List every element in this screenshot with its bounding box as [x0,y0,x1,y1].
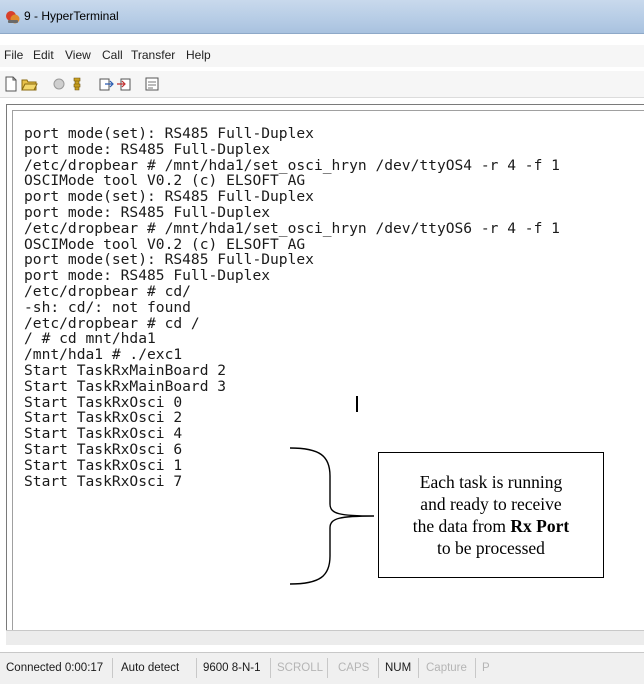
terminal-line: Start TaskRxMainBoard 2 [24,361,227,379]
annotation-callout: Each task is running and ready to receiv… [378,452,604,578]
status-detect: Auto detect [121,662,180,674]
menu-call[interactable]: Call [101,48,124,62]
status-capture: Capture [426,662,467,674]
status-separator [270,658,271,678]
text-cursor [356,396,358,412]
status-port-settings: 9600 8-N-1 [203,662,261,674]
new-document-icon[interactable] [2,75,20,93]
terminal-line: port mode(set): RS485 Full-Duplex [24,125,314,142]
annotation-line-3-bold: Rx Port [510,516,570,536]
status-connected: Connected 0:00:17 [6,662,104,674]
annotation-line-1: Each task is running [419,472,563,492]
annotation-line-3-prefix: the data from [412,516,511,536]
send-file-icon[interactable] [97,75,115,93]
status-separator [378,658,379,678]
menu-view[interactable]: View [64,48,92,62]
menu-transfer[interactable]: Transfer [130,48,176,62]
window-title: 9 - HyperTerminal [24,9,119,23]
menu-edit[interactable]: Edit [32,48,55,62]
terminal-line: /mnt/hda1 # ./exc1 [24,346,183,364]
terminal-line: OSCIMode tool V0.2 (c) ELSOFT AG [24,235,306,253]
terminal-line: port mode(set): RS485 Full-Duplex [24,188,314,206]
hyperterminal-icon [6,11,20,24]
connect-phone-icon[interactable] [50,75,68,93]
status-separator [112,658,113,678]
status-num: NUM [385,662,412,674]
terminal-line: /etc/dropbear # /mnt/hda1/set_osci_hryn … [24,156,560,174]
terminal-line: Start TaskRxOsci 0 [24,393,183,411]
terminal-line: port mode: RS485 Full-Duplex [24,140,271,158]
terminal-line: port mode: RS485 Full-Duplex [24,267,271,285]
terminal-line: /etc/dropbear # cd / [24,314,200,332]
curly-brace [290,447,375,585]
menu-help[interactable]: Help [185,48,212,62]
menu-file[interactable]: File [3,48,24,62]
toolbar [0,71,644,98]
terminal-line: /etc/dropbear # cd/ [24,282,191,300]
status-separator [475,658,476,678]
status-caps: CAPS [338,662,370,674]
terminal-line: Start TaskRxOsci 2 [24,409,183,427]
properties-icon[interactable] [143,75,161,93]
annotation-line-2: and ready to receive [420,494,562,514]
terminal-line: /etc/dropbear # /mnt/hda1/set_osci_hryn … [24,219,560,237]
terminal-line: / # cd mnt/hda1 [24,330,156,348]
status-separator [196,658,197,678]
terminal-line: Start TaskRxOsci 4 [24,425,183,443]
status-separator [327,658,328,678]
status-bar: Connected 0:00:17 Auto detect 9600 8-N-1… [0,652,644,684]
terminal-bottom-band [6,630,644,645]
status-separator [418,658,419,678]
terminal-line: port mode(set): RS485 Full-Duplex [24,251,314,269]
annotation-line-4: to be processed [437,538,545,558]
terminal-line: -sh: cd/: not found [24,298,191,316]
receive-file-icon[interactable] [115,75,133,93]
annotation-line-3: the data from Rx Port [413,515,569,537]
terminal-line: OSCIMode tool V0.2 (c) ELSOFT AG [24,172,306,190]
terminal-line: Start TaskRxMainBoard 3 [24,377,227,395]
disconnect-phone-icon[interactable] [68,75,86,93]
terminal-output[interactable]: port mode(set): RS485 Full-Duplex port mo… [24,126,560,489]
title-bar[interactable]: 9 - HyperTerminal [0,0,644,34]
menu-bar: File Edit View Call Transfer Help [0,45,644,67]
status-print: P [482,662,490,674]
open-folder-icon[interactable] [20,75,38,93]
terminal-line: port mode: RS485 Full-Duplex [24,203,271,221]
status-scroll: SCROLL [277,662,324,674]
